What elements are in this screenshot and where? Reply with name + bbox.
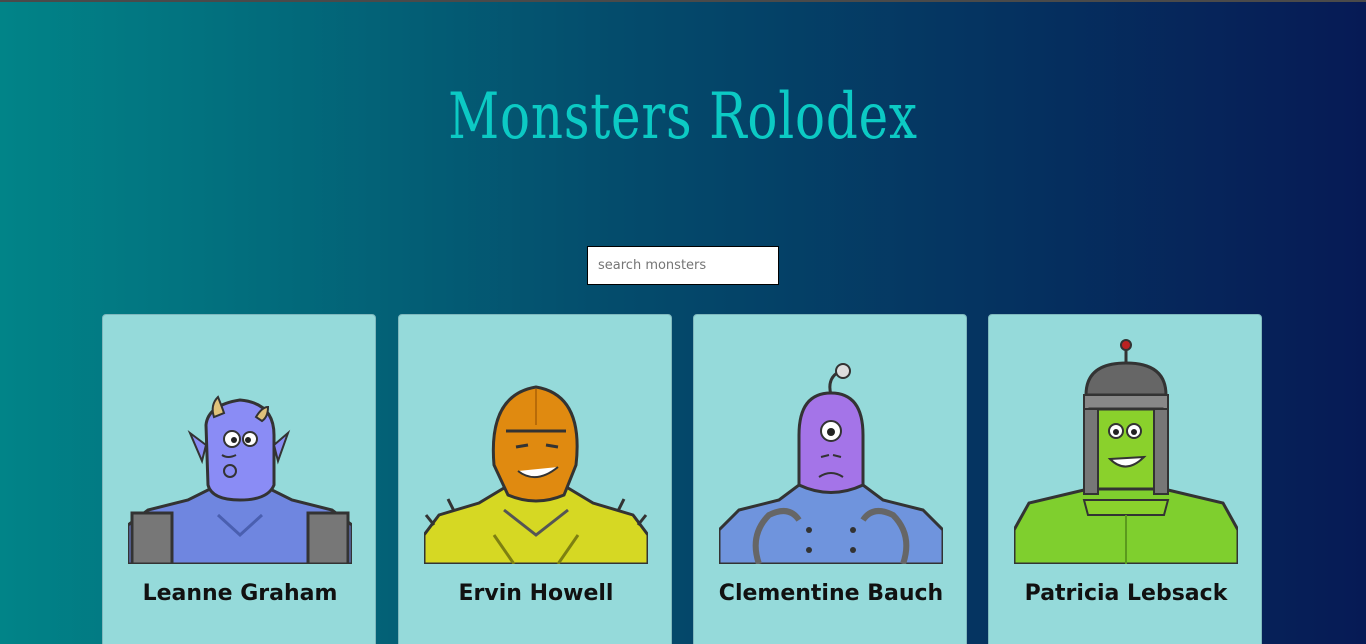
monster-card-leanne-graham[interactable]: Leanne Graham	[102, 314, 376, 644]
monster-name: Leanne Graham	[142, 581, 338, 606]
search-input[interactable]	[587, 246, 779, 285]
monster-avatar-image	[424, 385, 648, 564]
monster-name: Clementine Bauch	[718, 581, 944, 606]
monster-card-clementine-bauch[interactable]: Clementine Bauch	[693, 314, 967, 644]
monster-name: Ervin Howell	[458, 581, 614, 606]
monster-avatar-image	[719, 363, 943, 564]
monster-avatar-image	[1014, 339, 1238, 564]
monster-card-ervin-howell[interactable]: Ervin Howell	[398, 314, 672, 644]
monster-avatar-image	[128, 395, 352, 564]
monster-name: Patricia Lebsack	[1024, 581, 1228, 606]
page-title: Monsters Rolodex	[448, 80, 918, 154]
window-top-border	[0, 0, 1366, 2]
monster-card-patricia-lebsack[interactable]: Patricia Lebsack	[988, 314, 1262, 644]
